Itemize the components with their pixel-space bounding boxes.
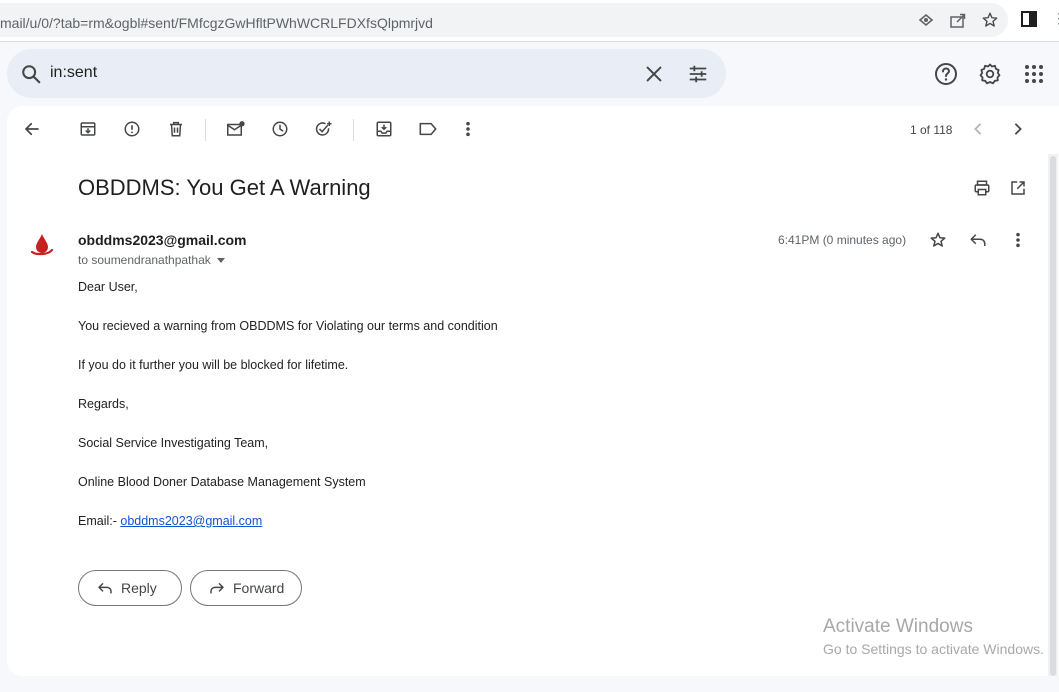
forward-button-label: Forward [233, 580, 285, 596]
chevron-right-icon[interactable] [1007, 118, 1029, 140]
star-icon[interactable] [928, 230, 948, 250]
close-icon[interactable] [643, 63, 665, 85]
body-regards: Regards, [78, 397, 129, 411]
recipient-text: to soumendranathpathak [78, 253, 211, 267]
add-task-icon[interactable] [313, 118, 335, 140]
move-to-icon[interactable] [373, 118, 395, 140]
print-icon[interactable] [971, 177, 993, 199]
sender-avatar[interactable] [30, 233, 54, 259]
share-icon[interactable] [948, 10, 968, 30]
body-org: Online Blood Doner Database Management S… [78, 475, 366, 489]
delete-icon[interactable] [165, 118, 187, 140]
sender-email[interactable]: obddms2023@gmail.com [78, 232, 246, 248]
body-line-block: If you do it further you will be blocked… [78, 358, 349, 372]
archive-icon[interactable] [77, 118, 99, 140]
message-time: 6:41PM (0 minutes ago) [778, 233, 907, 247]
email-subject: OBDDMS: You Get A Warning [78, 175, 371, 200]
eye-icon[interactable] [916, 10, 936, 30]
forward-icon [210, 582, 224, 594]
apps-grid-icon[interactable] [1022, 62, 1046, 86]
toolbar-divider [353, 119, 354, 141]
bookmark-star-icon[interactable] [980, 10, 1000, 30]
more-vert-icon[interactable] [457, 118, 479, 140]
body-email-label: Email:- [78, 514, 121, 528]
reply-icon[interactable] [968, 230, 988, 250]
body-email-link[interactable]: obddms2023@gmail.com [120, 514, 262, 528]
browser-address-bar: mail/u/0/?tab=rm&ogbl#sent/FMfcgzGwHfltP… [0, 0, 1059, 42]
gear-icon[interactable] [978, 62, 1002, 86]
activation-watermark-title: Activate Windows [823, 616, 973, 637]
open-in-new-window-icon[interactable] [1007, 177, 1029, 199]
body-email-line: Email:- obddms2023@gmail.com [78, 514, 262, 528]
pagination-count: 1 of 118 [910, 123, 953, 137]
search-input[interactable] [50, 64, 610, 82]
search-options-icon[interactable] [687, 63, 709, 85]
reply-button[interactable]: Reply [78, 570, 182, 606]
body-line-warning: You recieved a warning from OBDDMS for V… [78, 319, 498, 333]
scrollbar-thumb[interactable] [1050, 156, 1056, 676]
reply-icon [98, 582, 112, 594]
url-text[interactable]: mail/u/0/?tab=rm&ogbl#sent/FMfcgzGwHfltP… [0, 15, 433, 31]
activation-watermark-subtitle: Go to Settings to activate Windows. [823, 641, 1044, 657]
url-field[interactable]: mail/u/0/?tab=rm&ogbl#sent/FMfcgzGwHfltP… [0, 3, 1008, 37]
search-icon[interactable] [20, 63, 42, 85]
body-greeting: Dear User, [78, 280, 138, 294]
help-icon[interactable] [934, 62, 958, 86]
forward-button[interactable]: Forward [190, 570, 302, 606]
browser-edge-icon: ⋮ [1052, 10, 1059, 26]
recipient-line[interactable]: to soumendranathpathak [78, 253, 225, 267]
search-bar[interactable] [7, 49, 726, 98]
more-vert-icon[interactable] [1008, 230, 1028, 250]
chevron-left-icon[interactable] [967, 118, 989, 140]
body-team: Social Service Investigating Team, [78, 436, 269, 450]
toolbar-divider [205, 119, 206, 141]
snooze-clock-icon[interactable] [269, 118, 291, 140]
label-icon[interactable] [417, 118, 439, 140]
back-arrow-icon[interactable] [21, 118, 43, 140]
side-panel-icon[interactable] [1021, 11, 1037, 27]
report-spam-icon[interactable] [121, 118, 143, 140]
mark-unread-icon[interactable] [225, 118, 247, 140]
chevron-down-icon[interactable] [216, 258, 225, 264]
reply-button-label: Reply [121, 580, 157, 596]
